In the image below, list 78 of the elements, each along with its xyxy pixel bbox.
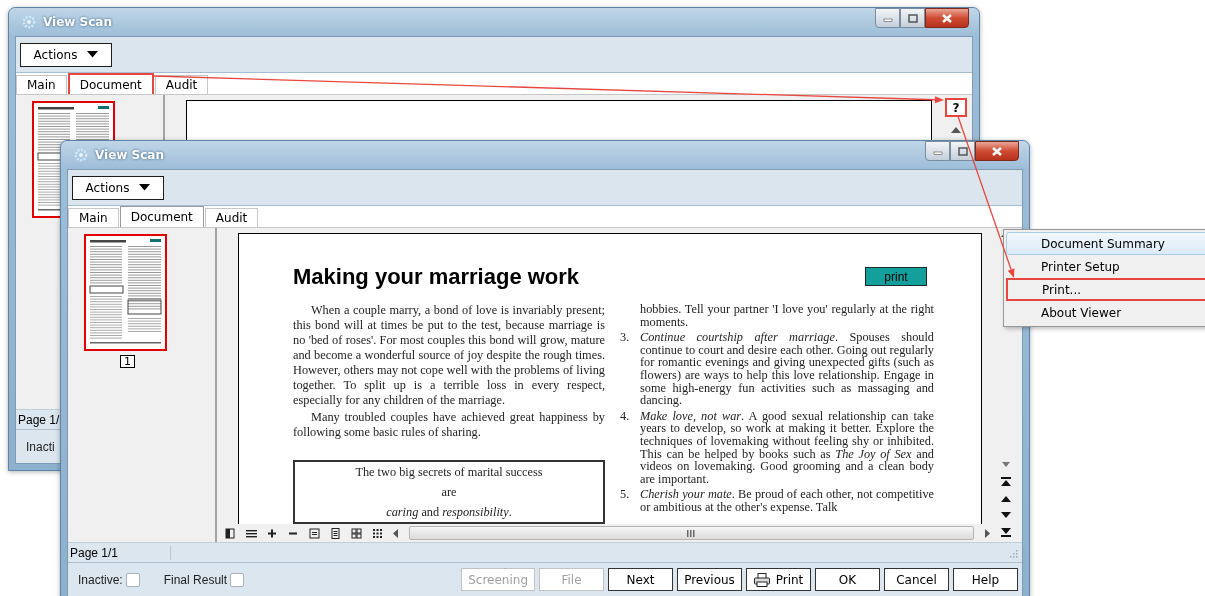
status-text: Page 1/ bbox=[18, 412, 61, 427]
dot-grid-icon[interactable] bbox=[372, 527, 383, 539]
grid-icon[interactable] bbox=[351, 527, 362, 539]
single-page-icon[interactable] bbox=[225, 527, 236, 539]
down-arrow-icon[interactable] bbox=[1002, 462, 1010, 467]
first-page-icon[interactable] bbox=[1001, 477, 1011, 486]
grip-icon bbox=[687, 529, 696, 537]
last-page-icon[interactable] bbox=[1001, 528, 1011, 537]
window-title: View Scan bbox=[95, 148, 164, 162]
footer-button[interactable]: Help bbox=[953, 568, 1018, 591]
zoom-in-icon[interactable] bbox=[267, 527, 278, 539]
page-thumbnail[interactable] bbox=[84, 234, 167, 351]
minimize-button[interactable] bbox=[875, 8, 900, 28]
list-item-text: Cherish your mate. Be proud of each other, not competitive or ambitious at the other's expense. Talk bbox=[640, 488, 934, 514]
actions-button[interactable]: Actions bbox=[72, 175, 164, 200]
tab[interactable]: Document bbox=[119, 206, 204, 227]
page-icon[interactable] bbox=[309, 527, 320, 539]
checkbox-label: Final Result bbox=[163, 572, 228, 587]
paragraph: When a couple marry, a bond of love is invariably present; this bond will at times be put to the test, because marriage is no 'bed of roses'. For most couples this bond will grow, mature and become a wonderful source of joy despite the rough times. However, others may not cope well with the problems of living together. To split up is a terrible loss in every respect, especially for any children of the marriage. bbox=[293, 303, 605, 408]
maximize-icon bbox=[907, 13, 918, 23]
close-button[interactable] bbox=[975, 141, 1019, 161]
maximize-button[interactable] bbox=[950, 141, 975, 161]
footer-button[interactable]: Print bbox=[746, 568, 811, 591]
right-arrow-icon[interactable] bbox=[984, 528, 990, 538]
page-lines-icon[interactable] bbox=[330, 527, 341, 539]
minimize-button[interactable] bbox=[925, 141, 950, 161]
tab[interactable]: Main bbox=[68, 208, 119, 227]
left-arrow-icon[interactable] bbox=[393, 528, 399, 538]
list-number: 3. bbox=[620, 331, 631, 347]
footer-button[interactable]: OK bbox=[815, 568, 880, 591]
close-icon bbox=[941, 12, 953, 24]
up-arrow-icon[interactable] bbox=[951, 127, 961, 133]
printer-icon bbox=[753, 572, 770, 587]
close-icon bbox=[991, 145, 1003, 157]
list-item-text: Continue courtship after marriage. Spouses should continue to court and desire each other. Going out regularly for romantic evenings and giving unexpected gifts (such as flowers) are ways to help this love relationship. Engage in some high-energy fun activities such as massaging and dancing. bbox=[640, 331, 934, 407]
checkbox[interactable] bbox=[230, 572, 245, 587]
menu-item[interactable]: Print... bbox=[1006, 278, 1205, 301]
paragraph: Many troubled couples have achieved great happiness by following some basic rules of sharing. bbox=[293, 410, 605, 440]
box-text: are bbox=[440, 484, 458, 501]
window-title: View Scan bbox=[43, 15, 112, 29]
status-text: Page 1/1 bbox=[70, 545, 120, 560]
footer-button[interactable]: Next bbox=[608, 568, 673, 591]
page-number: 1 bbox=[120, 355, 135, 368]
checkbox[interactable] bbox=[125, 572, 140, 587]
caret-down-icon bbox=[87, 51, 99, 58]
paragraph: hobbies. Tell your partner 'I love you' regularly at the right moments. bbox=[640, 303, 934, 329]
list-item-text: Make love, not war. A good sexual relationship can take years to develop, so work at making it better. Explore the techniques of lovemaking without feeling shy or inhibited. This can be helped by books such as The Joy of Sex and videos on lovemaking. Good grooming and a clean body are important. bbox=[640, 409, 934, 486]
tab[interactable]: Document bbox=[67, 73, 154, 94]
next-page-icon[interactable] bbox=[1001, 512, 1011, 518]
vertical-scrollbar[interactable]: ? bbox=[940, 95, 972, 409]
tab[interactable]: Main bbox=[16, 75, 67, 94]
checkbox-label: Inacti bbox=[26, 439, 55, 454]
gear-icon bbox=[21, 14, 37, 30]
box-text: caring and responsibility. bbox=[385, 504, 513, 521]
list-icon[interactable] bbox=[246, 527, 257, 539]
list-number: 4. bbox=[620, 409, 631, 425]
actions-button[interactable]: Actions bbox=[20, 42, 112, 67]
print-button[interactable]: print bbox=[865, 267, 927, 286]
help-button[interactable]: ? bbox=[945, 98, 967, 117]
checkbox-label: Inactive: bbox=[78, 572, 123, 587]
tab[interactable]: Audit bbox=[204, 208, 259, 227]
list-number: 5. bbox=[620, 488, 631, 504]
menu-item[interactable]: Document Summary bbox=[1006, 232, 1205, 255]
document-heading: Making your marriage work bbox=[293, 264, 580, 290]
maximize-button[interactable] bbox=[900, 8, 925, 28]
menu-item[interactable]: Printer Setup bbox=[1006, 255, 1205, 278]
caret-down-icon bbox=[139, 184, 151, 191]
footer-button[interactable]: Previous bbox=[677, 568, 742, 591]
close-button[interactable] bbox=[925, 8, 969, 28]
menu-item[interactable]: About Viewer bbox=[1006, 301, 1205, 324]
horizontal-scrollbar[interactable] bbox=[409, 526, 974, 540]
box-text: The two big secrets of marital success bbox=[354, 464, 544, 481]
resize-grip-icon bbox=[1008, 547, 1018, 558]
tab[interactable]: Audit bbox=[154, 75, 209, 94]
previous-page-icon[interactable] bbox=[1001, 496, 1011, 502]
footer-button[interactable]: Cancel bbox=[884, 568, 949, 591]
maximize-icon bbox=[957, 146, 968, 156]
gear-icon bbox=[73, 147, 89, 163]
